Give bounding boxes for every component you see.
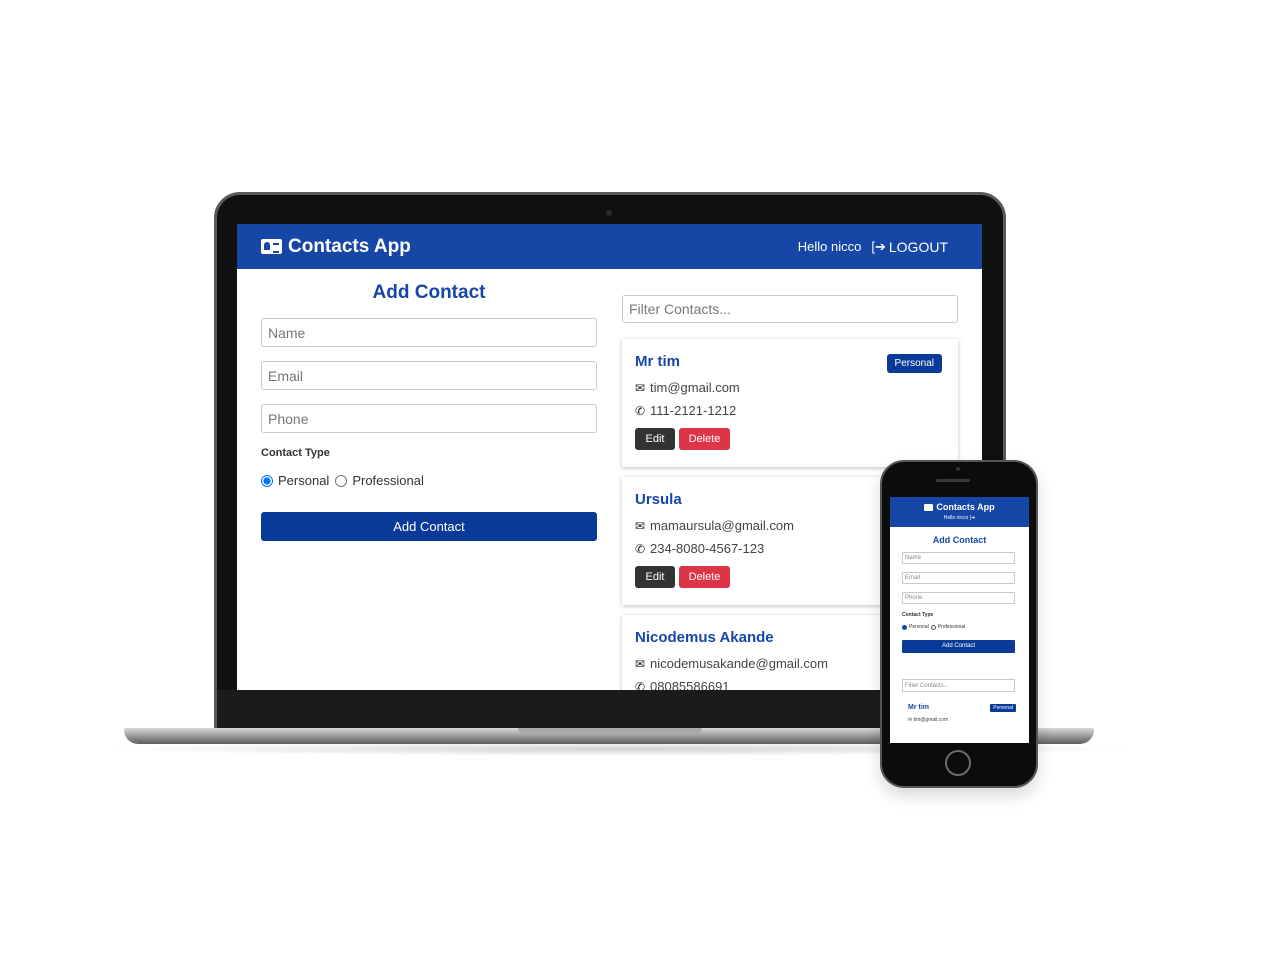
envelope-open-icon: ✉ [635,656,646,671]
phone-contact-email-text: tim@gmail.com [913,717,949,723]
form-title: Add Contact [372,282,486,303]
edit-button[interactable]: Edit [635,428,675,450]
webcam-dot [606,210,612,216]
delete-button[interactable]: Delete [679,428,730,450]
edit-button[interactable]: Edit [635,566,675,588]
contact-phone: 234-8080-4567-123 [650,541,765,556]
envelope-open-icon: ✉ [635,380,646,395]
contact-type-radios: Personal Professional [261,473,597,488]
personal-radio-label: Personal [278,473,330,488]
envelope-open-icon: ✉ [908,717,913,723]
contact-type-label: Contact Type [261,447,330,459]
phone-brand[interactable]: Contacts App [890,502,1029,512]
id-card-icon [261,239,282,254]
phone-greeting: Hello nicco [➔ [890,515,1029,521]
phone-icon: ✆ [635,679,646,691]
phone-icon: ✆ [635,541,646,556]
contact-actions: Edit Delete [635,428,945,450]
navbar: Contacts App Hello nicco [➔ LOGOUT [237,224,982,269]
phone-professional-label: Professional [937,624,966,630]
add-contact-button[interactable]: Add Contact [261,512,597,541]
contact-email-row: ✉ tim@gmail.com [635,380,945,395]
email-input[interactable] [261,361,597,390]
phone-name-input[interactable]: Name [902,552,1015,564]
id-card-icon [924,503,934,511]
contact-phone-row: ✆ 111-2121-1212 [635,403,945,418]
phone-email-input[interactable]: Email [902,572,1015,584]
greeting-text: Hello nicco [797,239,862,254]
contact-card: Mr tim Personal ✉ tim@gmail.com ✆ 111-21… [622,339,958,467]
phone-personal-label: Personal [909,624,929,630]
phone-phone-input[interactable]: Phone [902,592,1015,604]
personal-radio[interactable] [261,474,273,487]
phone-form-title: Add Contact [932,535,987,545]
contact-type-badge: Personal [886,354,942,373]
phone-input[interactable] [261,404,597,433]
phone-speaker [936,479,970,482]
phone-contact-email: ✉ tim@gmail.com [908,717,1008,723]
phone-brand-title: Contacts App [936,502,995,512]
logout-label: LOGOUT [888,238,948,255]
device-mockup-stage: Contacts App Hello nicco [➔ LOGOUT Add C… [0,0,1280,960]
phone-navbar: Contacts App Hello nicco [➔ [890,497,1029,527]
contact-email: mamaursula@gmail.com [650,518,794,533]
sign-out-icon: [➔ [871,238,886,254]
phone-professional-radio[interactable] [930,624,936,630]
delete-button[interactable]: Delete [679,566,730,588]
contact-phone: 08085586691 [650,679,730,690]
phone-contact-card: Mr tim Personal ✉ tim@gmail.com [908,704,1016,723]
phone-filter-input[interactable]: Filter Contacts... [902,679,1015,692]
brand[interactable]: Contacts App [261,236,411,258]
professional-radio-label: Professional [352,473,424,488]
filter-input[interactable] [622,295,958,323]
contact-email: nicodemusakande@gmail.com [650,656,828,671]
phone-add-contact-button[interactable]: Add Contact [902,640,1015,653]
phone-screen: Contacts App Hello nicco [➔ Add Contact … [890,497,1029,743]
nav-user-area: Hello nicco [➔ LOGOUT [798,239,948,255]
phone-icon: ✆ [635,403,646,418]
contact-email: tim@gmail.com [650,380,740,395]
phone-camera [956,467,960,471]
phone-personal-radio[interactable] [902,624,907,630]
logout-link[interactable]: [➔ LOGOUT [871,239,948,255]
envelope-open-icon: ✉ [635,518,646,533]
phone-home-button [945,750,971,776]
laptop-notch [518,728,702,734]
name-input[interactable] [261,318,597,347]
phone-contact-badge: Personal [990,704,1016,712]
phone-contact-type-label: Contact Type [902,612,934,618]
phone-contact-type-radios: Personal Professional [902,624,1029,630]
phone-greeting-text: Hello nicco [943,515,969,521]
sign-out-icon[interactable]: [➔ [970,515,976,521]
add-contact-form: Add Contact Contact Type Personal Profes… [261,282,597,541]
laptop-screen: Contacts App Hello nicco [➔ LOGOUT Add C… [237,224,982,690]
contact-phone: 111-2121-1212 [650,403,737,418]
brand-title: Contacts App [288,235,411,257]
professional-radio[interactable] [335,474,348,487]
